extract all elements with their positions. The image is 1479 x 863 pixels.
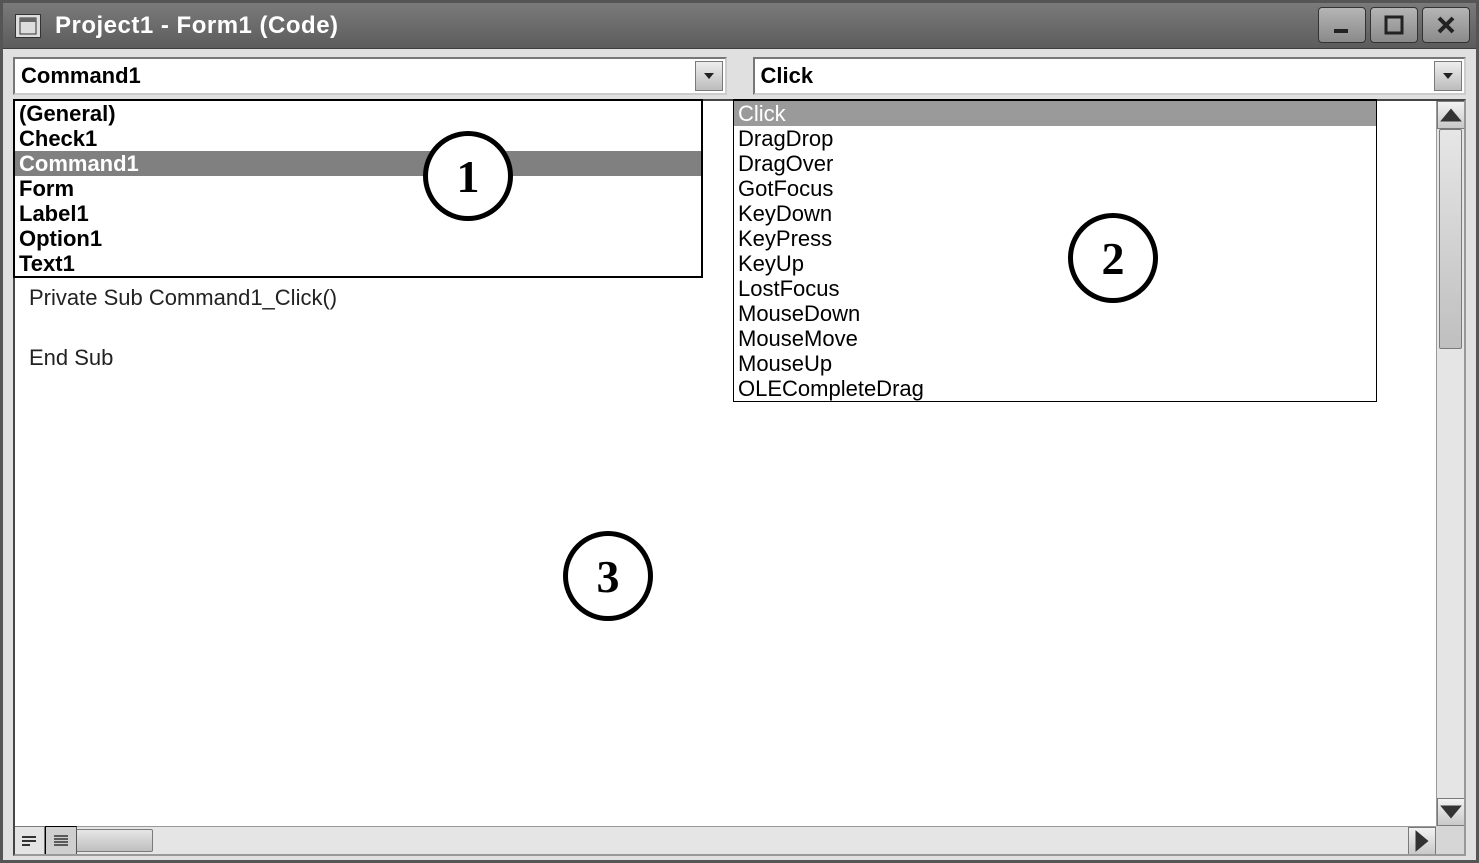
object-option[interactable]: Form — [15, 176, 701, 201]
window-title: Project1 - Form1 (Code) — [55, 12, 339, 40]
object-option[interactable]: Option1 — [15, 226, 701, 251]
procedure-option[interactable]: OLECompleteDrag — [734, 376, 1376, 401]
procedure-option[interactable]: MouseMove — [734, 326, 1376, 351]
procedure-option[interactable]: LostFocus — [734, 276, 1376, 301]
scroll-down-icon[interactable] — [1437, 798, 1464, 826]
procedure-view-button[interactable] — [15, 826, 45, 854]
procedure-option[interactable]: KeyUp — [734, 251, 1376, 276]
form-icon — [15, 14, 41, 38]
vertical-scrollbar[interactable] — [1436, 101, 1464, 826]
object-option[interactable]: Label1 — [15, 201, 701, 226]
procedure-option[interactable]: GotFocus — [734, 176, 1376, 201]
scroll-track[interactable] — [1437, 129, 1464, 798]
object-combobox-value: Command1 — [21, 63, 141, 89]
scrollbar-corner — [1436, 826, 1464, 854]
horizontal-scrollbar[interactable] — [15, 826, 1436, 854]
object-dropdown-list[interactable]: (General)Check1Command1FormLabel1Option1… — [13, 99, 703, 278]
procedure-combobox-value: Click — [761, 63, 814, 89]
object-combobox[interactable]: Command1 — [13, 57, 727, 95]
procedure-option[interactable]: Click — [734, 101, 1376, 126]
dropdown-arrow-icon[interactable] — [695, 61, 723, 91]
code-text[interactable]: Private Sub Command1_Click() End Sub — [29, 283, 337, 373]
procedure-option[interactable]: MouseUp — [734, 351, 1376, 376]
scroll-right-icon[interactable] — [1408, 827, 1436, 854]
procedure-dropdown-list[interactable]: ClickDragDropDragOverGotFocusKeyDownKeyP… — [733, 99, 1377, 402]
procedure-combobox[interactable]: Click — [753, 57, 1467, 95]
object-option[interactable]: Text1 — [15, 251, 701, 276]
close-button[interactable] — [1422, 7, 1470, 43]
scroll-up-icon[interactable] — [1437, 101, 1464, 129]
minimize-button[interactable] — [1318, 7, 1366, 43]
scroll-thumb[interactable] — [1439, 129, 1462, 349]
object-option[interactable]: (General) — [15, 101, 701, 126]
procedure-option[interactable]: DragDrop — [734, 126, 1376, 151]
full-module-view-button[interactable] — [45, 826, 77, 854]
dropdown-arrow-icon[interactable] — [1434, 61, 1462, 91]
procedure-option[interactable]: MouseDown — [734, 301, 1376, 326]
scroll-track[interactable] — [43, 827, 1408, 854]
maximize-button[interactable] — [1370, 7, 1418, 43]
procedure-option[interactable]: DragOver — [734, 151, 1376, 176]
object-option[interactable]: Check1 — [15, 126, 701, 151]
code-window: Project1 - Form1 (Code) Command1 Click — [0, 0, 1479, 863]
procedure-option[interactable]: KeyDown — [734, 201, 1376, 226]
procedure-option[interactable]: KeyPress — [734, 226, 1376, 251]
titlebar[interactable]: Project1 - Form1 (Code) — [3, 3, 1476, 49]
object-option[interactable]: Command1 — [15, 151, 701, 176]
